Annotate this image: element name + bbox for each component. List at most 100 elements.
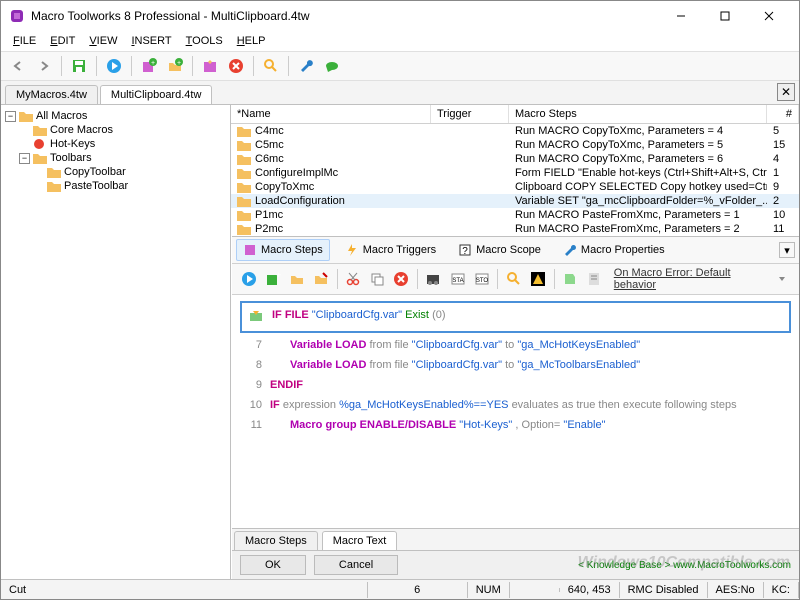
tree-copytoolbar[interactable]: CopyToolbar	[5, 165, 226, 179]
close-button[interactable]	[747, 2, 791, 30]
forward-button[interactable]	[33, 55, 55, 77]
tree-all-macros[interactable]: − All Macros	[5, 109, 226, 123]
new-macro-button[interactable]: +	[138, 55, 160, 77]
col-name[interactable]: *Name	[231, 105, 431, 123]
step-line[interactable]: 9 ENDIF	[240, 375, 791, 395]
collapse-icon[interactable]: −	[5, 111, 16, 122]
warning-button[interactable]	[527, 268, 548, 290]
tree-pane: − All Macros Core Macros Hot-Keys − Tool…	[1, 105, 231, 579]
editor-view-tabs: Macro Steps Macro Text	[232, 528, 799, 550]
back-button[interactable]	[7, 55, 29, 77]
list-item[interactable]: LoadConfigurationVariable SET "ga_mcClip…	[231, 194, 799, 208]
delete-step-button[interactable]	[391, 268, 412, 290]
edit-step-button[interactable]	[310, 268, 331, 290]
notes-button[interactable]	[584, 268, 605, 290]
menu-insert[interactable]: INSERT	[125, 33, 177, 49]
step-line[interactable]: IF FILE "ClipboardCfg.var" Exist (0)	[240, 301, 791, 333]
col-trigger[interactable]: Trigger	[431, 105, 509, 123]
macro-list-header: *Name Trigger Macro Steps #	[231, 105, 799, 124]
cancel-button[interactable]: Cancel	[314, 555, 398, 575]
steps-editor[interactable]: IF FILE "ClipboardCfg.var" Exist (0) 7 V…	[232, 295, 799, 528]
delete-button[interactable]	[225, 55, 247, 77]
tab-macro-steps[interactable]: Macro Steps	[236, 239, 330, 261]
menu-help[interactable]: HELP	[231, 33, 272, 49]
knowledge-base-link[interactable]: < Knowledge Base > www.MacroToolworks.co…	[578, 560, 791, 571]
tab-macro-triggers[interactable]: Macro Triggers	[338, 239, 443, 261]
maximize-button[interactable]	[703, 2, 747, 30]
macro-icon	[243, 243, 257, 257]
svg-text:STO: STO	[476, 278, 489, 284]
help-button[interactable]	[321, 55, 343, 77]
save-button[interactable]	[68, 55, 90, 77]
status-bar: Cut 6 NUM 640, 453 RMC Disabled AES:No K…	[1, 579, 799, 599]
minimize-button[interactable]	[659, 2, 703, 30]
tab-steps-view[interactable]: Macro Steps	[234, 531, 318, 550]
list-item[interactable]: C6mcRun MACRO CopyToXmc, Parameters = 64	[231, 152, 799, 166]
tab-macro-scope[interactable]: ? Macro Scope	[451, 239, 548, 261]
step-line[interactable]: 10 IF expression %ga_McHotKeysEnabled%==…	[240, 395, 791, 415]
tab-overflow-button[interactable]: ▾	[779, 242, 795, 258]
tree-label: PasteToolbar	[64, 180, 128, 192]
close-tab-button[interactable]: ✕	[777, 83, 795, 101]
app-icon	[9, 8, 25, 24]
step-nav-button[interactable]	[772, 268, 793, 290]
tree-toolbars[interactable]: − Toolbars	[5, 151, 226, 165]
col-steps[interactable]: Macro Steps	[509, 105, 767, 123]
col-num[interactable]: #	[767, 105, 799, 123]
ok-button[interactable]: OK	[240, 555, 306, 575]
macro-list[interactable]: C4mcRun MACRO CopyToXmc, Parameters = 45…	[231, 124, 799, 236]
file-tabs: MyMacros.4tw MultiClipboard.4tw ✕	[1, 81, 799, 105]
menu-tools[interactable]: TOOLS	[180, 33, 229, 49]
svg-text:+: +	[177, 60, 181, 67]
play-button[interactable]	[103, 55, 125, 77]
detail-tabs: Macro Steps Macro Triggers ? Macro Scope…	[232, 237, 799, 264]
list-item[interactable]: C5mcRun MACRO CopyToXmc, Parameters = 51…	[231, 138, 799, 152]
play-step-button[interactable]	[238, 268, 259, 290]
window-title: Macro Toolworks 8 Professional - MultiCl…	[31, 9, 659, 23]
folder-icon	[47, 166, 61, 178]
tree-core-macros[interactable]: Core Macros	[5, 123, 226, 137]
copy-button[interactable]	[367, 268, 388, 290]
step-line[interactable]: 8 Variable LOAD from file "ClipboardCfg.…	[240, 355, 791, 375]
tree-label: All Macros	[36, 110, 87, 122]
status-count: 6	[368, 582, 468, 598]
file-tab-multiclipboard[interactable]: MultiClipboard.4tw	[100, 85, 212, 104]
start-button[interactable]: STA	[447, 268, 468, 290]
search-button[interactable]	[260, 55, 282, 77]
list-item[interactable]: P1mcRun MACRO PasteFromXmc, Parameters =…	[231, 208, 799, 222]
tab-text-view[interactable]: Macro Text	[322, 531, 398, 550]
collapse-icon[interactable]: −	[19, 153, 30, 164]
list-item[interactable]: P2mcRun MACRO PasteFromXmc, Parameters =…	[231, 222, 799, 236]
error-behavior-link[interactable]: On Macro Error: Default behavior	[614, 267, 769, 291]
svg-text:?: ?	[462, 246, 468, 257]
tree-hotkeys[interactable]: Hot-Keys	[5, 137, 226, 151]
folder-icon	[33, 124, 47, 136]
list-item[interactable]: CopyToXmcClipboard COPY SELECTED Copy ho…	[231, 180, 799, 194]
list-item[interactable]: C4mcRun MACRO CopyToXmc, Parameters = 45	[231, 124, 799, 138]
cut-button[interactable]	[343, 268, 364, 290]
find-button[interactable]	[503, 268, 524, 290]
folder-icon	[19, 110, 33, 122]
record-button[interactable]	[423, 268, 444, 290]
step-line[interactable]: 11 Macro group ENABLE/DISABLE "Hot-Keys"…	[240, 415, 791, 435]
status-aes: AES:No	[708, 582, 764, 598]
menu-view[interactable]: VIEW	[83, 33, 123, 49]
file-tab-mymacros[interactable]: MyMacros.4tw	[5, 85, 98, 104]
new-folder-button[interactable]: +	[164, 55, 186, 77]
menu-edit[interactable]: EDIT	[44, 33, 81, 49]
tree-pastetoolbar[interactable]: PasteToolbar	[5, 179, 226, 193]
macro-settings-button[interactable]	[199, 55, 221, 77]
stop-button[interactable]: STO	[471, 268, 492, 290]
step-line[interactable]: 7 Variable LOAD from file "ClipboardCfg.…	[240, 335, 791, 355]
list-item[interactable]: ConfigureImplMcForm FIELD "Enable hot-ke…	[231, 166, 799, 180]
tree-label: Toolbars	[50, 152, 92, 164]
svg-text:STA: STA	[452, 278, 463, 284]
menu-file[interactable]: FILE	[7, 33, 42, 49]
title-bar: Macro Toolworks 8 Professional - MultiCl…	[1, 1, 799, 31]
add-step-button[interactable]: +	[262, 268, 283, 290]
tab-macro-properties[interactable]: Macro Properties	[556, 239, 672, 261]
export-button[interactable]	[560, 268, 581, 290]
folder-step-button[interactable]	[286, 268, 307, 290]
wrench-button[interactable]	[295, 55, 317, 77]
status-num: NUM	[468, 582, 510, 598]
